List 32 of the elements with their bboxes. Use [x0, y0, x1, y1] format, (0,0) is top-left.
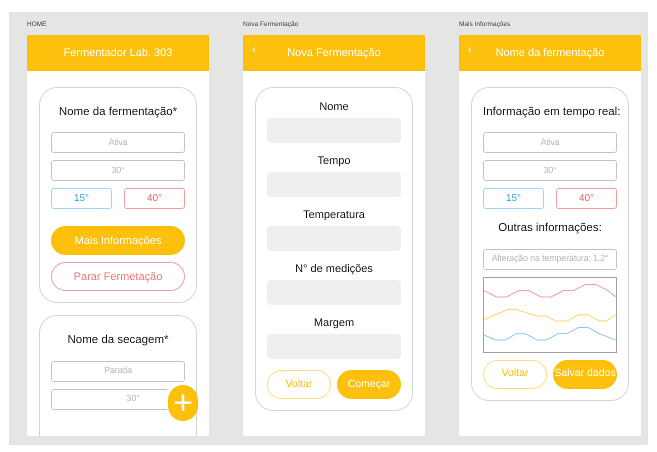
field-label: N° de medições	[294, 262, 374, 277]
card-heading: Outras informações:	[497, 221, 603, 236]
header-title: Nova Fermentação	[287, 46, 381, 61]
min-temperature-field: 15°	[51, 188, 112, 210]
action-button[interactable]: Salvar dados	[553, 360, 617, 388]
max-temperature-field: 40°	[124, 188, 185, 210]
readout-field: Parada	[51, 360, 185, 382]
readout-field: 30°	[51, 160, 185, 182]
add-button[interactable]: +	[168, 385, 198, 421]
action-button[interactable]: Voltar	[483, 360, 547, 388]
card-heading: Informação em tempo real:	[483, 105, 617, 120]
field-label: Temperatura	[302, 208, 366, 223]
header-title: Nome da fermentação	[496, 46, 604, 61]
readout-field: Ativa	[51, 132, 185, 154]
action-button[interactable]: Mais Informações	[51, 226, 185, 256]
card-heading: Nome da secagem*	[66, 333, 170, 348]
min-temperature-field: 15°	[483, 188, 544, 210]
field-label: Nome	[318, 100, 350, 115]
readout-field: Alteração na temperatura: 1.2°	[483, 248, 617, 270]
field-label: Margem	[312, 316, 356, 331]
action-button[interactable]: Parar Fermetação	[51, 262, 185, 292]
max-temperature-field: 40°	[556, 188, 617, 210]
readout-field: Ativa	[483, 132, 617, 154]
readout-field: 30°	[51, 388, 167, 410]
header-title: Fermentador Lab. 303	[64, 46, 172, 61]
action-button[interactable]: Começar	[337, 370, 401, 399]
field-label: Tempo	[316, 154, 352, 169]
back-button[interactable]: ‹	[252, 43, 256, 55]
back-button[interactable]: ‹	[468, 43, 472, 55]
action-button[interactable]: Voltar	[267, 370, 331, 399]
readout-field: 30°	[483, 160, 617, 182]
card-heading: Nome da fermentação*	[58, 105, 178, 120]
